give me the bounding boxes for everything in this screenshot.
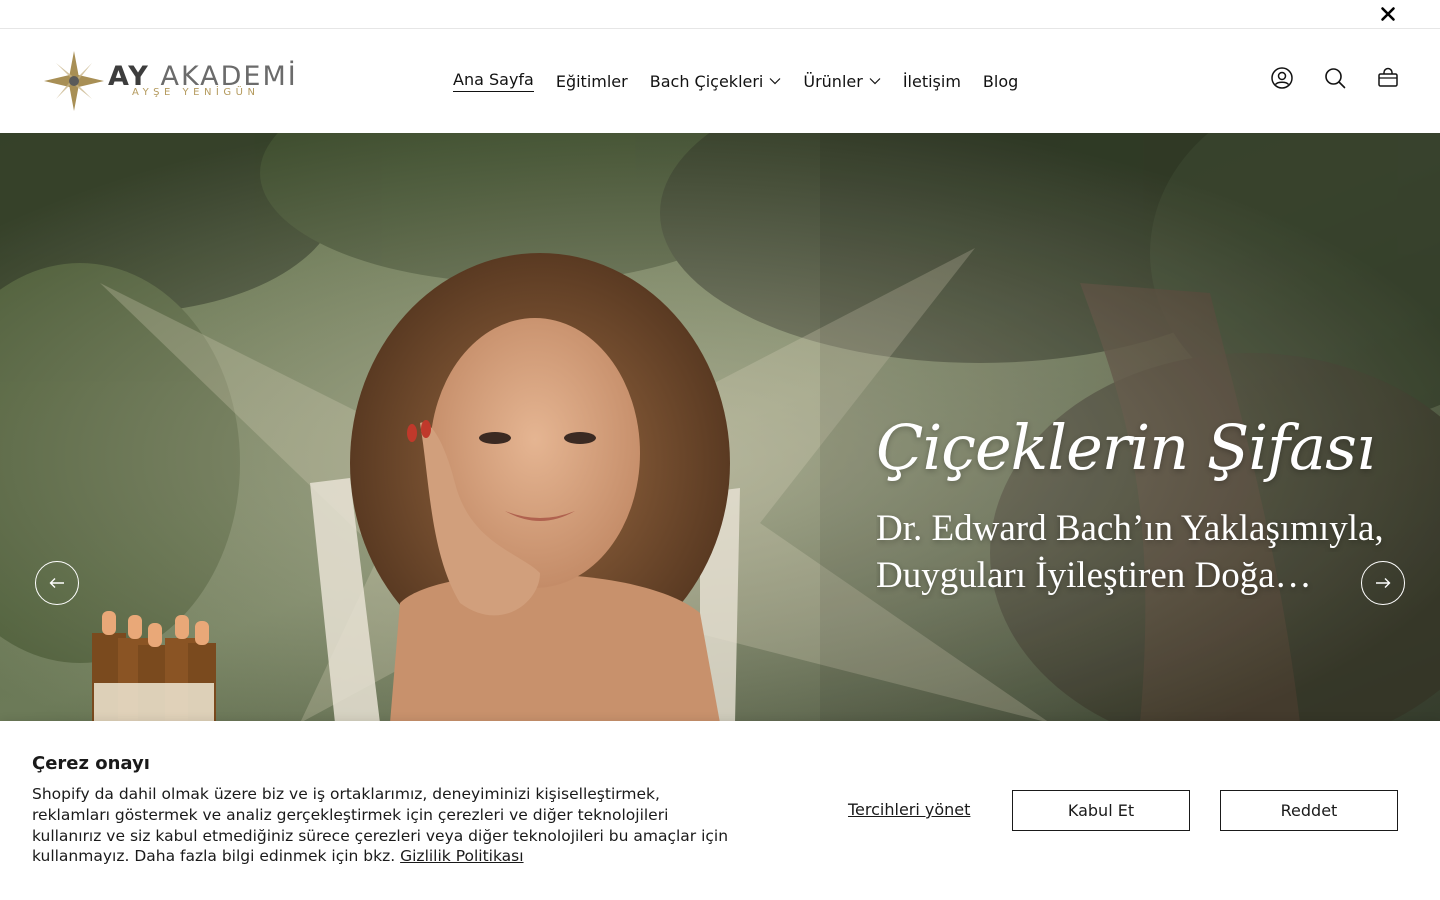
nav-item-bach-cicekleri[interactable]: Bach Çiçekleri	[650, 68, 782, 94]
cookie-consent-banner: Çerez onayı Shopify da dahil olmak üzere…	[0, 721, 1440, 900]
hero-subtitle-line2: Duyguları İyileştiren Doğa…	[876, 555, 1312, 596]
hero-slideshow: Çiçeklerin Şifası Dr. Edward Bach’ın Yak…	[0, 133, 1440, 723]
cookie-text: Shopify da dahil olmak üzere biz ve iş o…	[32, 784, 742, 867]
cookie-body: Shopify da dahil olmak üzere biz ve iş o…	[32, 785, 729, 866]
cart-icon[interactable]	[1376, 66, 1400, 90]
nav-label: İletişim	[902, 71, 961, 91]
main-nav: Ana Sayfa Eğitimler Bach Çiçekleri Ürünl…	[453, 68, 1018, 94]
site-header: AY AKADEMİ AYŞE YENİGÜN Ana Sayfa Eğitim…	[0, 29, 1440, 133]
nav-label: Ana Sayfa	[453, 70, 534, 92]
slideshow-prev-button[interactable]	[35, 561, 79, 605]
hero-title: Çiçeklerin Şifası	[876, 411, 1376, 484]
accept-button[interactable]: Kabul Et	[1012, 790, 1190, 831]
chevron-down-icon	[869, 78, 881, 85]
nav-label: Ürünler	[803, 71, 863, 91]
reject-button[interactable]: Reddet	[1220, 790, 1398, 831]
arrow-left-icon	[49, 578, 64, 588]
nav-item-blog[interactable]: Blog	[983, 68, 1018, 94]
nav-item-egitimler[interactable]: Eğitimler	[556, 68, 628, 94]
star-logo-icon	[44, 51, 104, 111]
nav-label: Blog	[982, 71, 1019, 91]
hero-subtitle-line1: Dr. Edward Bach’ın Yaklaşımıyla,	[876, 508, 1384, 549]
hero-subtitle: Dr. Edward Bach’ın Yaklaşımıyla, Duygula…	[876, 505, 1440, 599]
nav-item-urunler[interactable]: Ürünler	[803, 68, 881, 94]
cookie-title: Çerez onayı	[32, 753, 150, 774]
search-icon[interactable]	[1323, 66, 1347, 90]
arrow-right-icon	[1376, 578, 1391, 588]
slideshow-next-button[interactable]	[1361, 561, 1405, 605]
nav-item-ana-sayfa[interactable]: Ana Sayfa	[453, 68, 534, 94]
brand-wordmark: AY AKADEMİ AYŞE YENİGÜN	[108, 61, 298, 98]
header-icons	[1270, 66, 1400, 90]
announcement-bar	[0, 0, 1440, 29]
close-icon[interactable]	[1378, 4, 1398, 24]
chevron-down-icon	[769, 78, 781, 85]
brand-logo[interactable]: AY AKADEMİ AYŞE YENİGÜN	[44, 51, 296, 111]
privacy-policy-link[interactable]: Gizlilik Politikası	[400, 847, 523, 865]
account-icon[interactable]	[1270, 66, 1294, 90]
nav-label: Bach Çiçekleri	[649, 71, 764, 91]
manage-preferences-link[interactable]: Tercihleri yönet	[848, 800, 970, 819]
nav-label: Eğitimler	[555, 71, 628, 91]
nav-item-iletisim[interactable]: İletişim	[903, 68, 961, 94]
